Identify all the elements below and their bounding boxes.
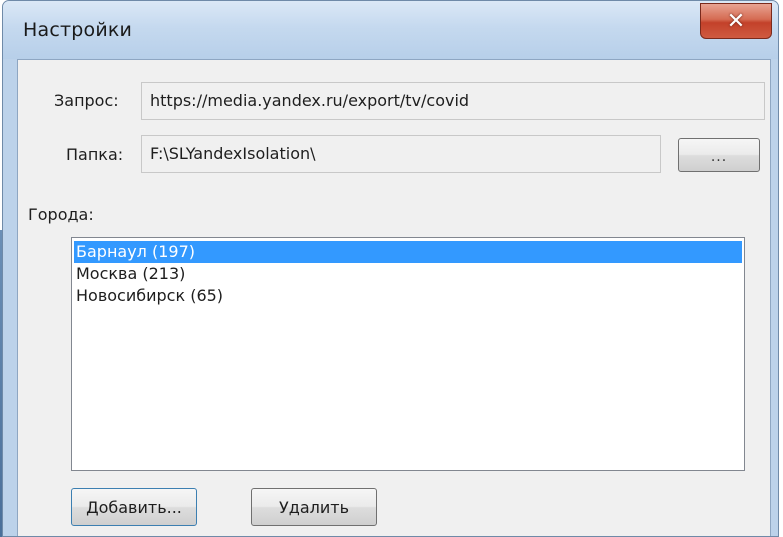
browse-folder-button[interactable]: ... — [678, 138, 760, 172]
screen: Настройки ✕ Запрос: https://media.yandex… — [0, 0, 783, 537]
list-item[interactable]: Барнаул (197) — [74, 241, 742, 263]
window-title: Настройки — [23, 19, 133, 41]
delete-city-button[interactable]: Удалить — [251, 488, 377, 526]
request-field[interactable]: https://media.yandex.ru/export/tv/covid — [141, 82, 765, 120]
folder-label: Папка: — [66, 145, 124, 164]
close-button[interactable]: ✕ — [700, 3, 772, 39]
delete-button-label: Удалить — [279, 497, 349, 517]
settings-dialog: Настройки ✕ Запрос: https://media.yandex… — [2, 0, 779, 537]
add-city-button[interactable]: Добавить... — [71, 488, 197, 526]
dialog-client-area: Запрос: https://media.yandex.ru/export/t… — [17, 59, 771, 536]
list-item[interactable]: Новосибирск (65) — [74, 285, 742, 307]
close-icon: ✕ — [726, 8, 746, 34]
list-item-label: Новосибирск (65) — [76, 286, 224, 305]
add-button-label: Добавить... — [86, 497, 182, 517]
title-bar[interactable]: Настройки ✕ — [3, 1, 778, 59]
folder-field[interactable]: F:\SLYandexIsolation\ — [141, 135, 661, 173]
list-item-label: Москва (213) — [76, 264, 186, 283]
browse-button-label: ... — [710, 149, 728, 165]
list-item-label: Барнаул (197) — [76, 242, 196, 261]
list-item[interactable]: Москва (213) — [74, 263, 742, 285]
cities-listbox[interactable]: Барнаул (197) Москва (213) Новосибирск (… — [71, 237, 745, 471]
request-label: Запрос: — [54, 91, 119, 110]
cities-label: Города: — [28, 205, 94, 224]
